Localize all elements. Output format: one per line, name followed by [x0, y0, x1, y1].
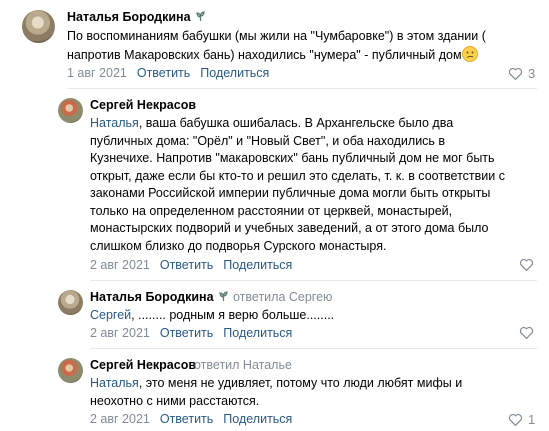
replied-to-link[interactable]: ответила Сергею: [233, 290, 332, 304]
comment-text: По воспоминаниям бабушки (мы жили на "Чу…: [67, 28, 537, 67]
comment-author[interactable]: Наталья Бородкина: [67, 10, 206, 25]
like-count: 1: [528, 412, 536, 427]
avatar[interactable]: [58, 358, 83, 383]
comment-text: Наталья, это меня не удивляет, потому чт…: [90, 376, 463, 408]
replied-to-link[interactable]: ответил Наталье: [194, 358, 292, 372]
comment-text: Наталья, ваша бабушка ошибалась. В Архан…: [90, 116, 505, 253]
mention-link[interactable]: Наталья: [90, 116, 139, 130]
divider: [90, 348, 537, 349]
share-button[interactable]: Поделиться: [223, 412, 292, 426]
reply-button[interactable]: Ответить: [160, 258, 213, 272]
reply-button[interactable]: Ответить: [160, 412, 213, 426]
confused-face-icon: [461, 45, 478, 68]
heart-icon: [519, 258, 534, 271]
like-count: 3: [528, 66, 536, 81]
reply-button[interactable]: Ответить: [137, 66, 190, 80]
comment-meta: 2 авг 2021 Ответить Поделиться: [90, 412, 292, 426]
mention-link[interactable]: Сергей: [90, 308, 131, 322]
divider: [67, 88, 537, 89]
like-button[interactable]: 1: [508, 412, 535, 427]
comment-meta: 2 авг 2021 Ответить Поделиться: [90, 258, 292, 272]
like-button[interactable]: [519, 258, 539, 271]
plant-badge-icon: [218, 291, 229, 305]
comment-meta: 1 авг 2021 Ответить Поделиться: [67, 66, 269, 80]
comment-date[interactable]: 2 авг 2021: [90, 258, 150, 272]
avatar[interactable]: [58, 98, 83, 123]
reply-button[interactable]: Ответить: [160, 326, 213, 340]
divider: [90, 280, 537, 281]
comment-author[interactable]: Сергей Некрасов: [90, 358, 196, 372]
mention-link[interactable]: Наталья: [90, 376, 139, 390]
plant-badge-icon: [195, 11, 206, 25]
like-button[interactable]: 3: [508, 66, 535, 81]
heart-icon: [508, 67, 523, 80]
share-button[interactable]: Поделиться: [200, 66, 269, 80]
heart-icon: [508, 413, 523, 426]
like-button[interactable]: [519, 326, 539, 339]
comment-author[interactable]: Сергей Некрасов: [90, 98, 196, 112]
comment-text: Сергей, ........ родным я верю больше...…: [90, 308, 335, 322]
share-button[interactable]: Поделиться: [223, 258, 292, 272]
comment-date[interactable]: 2 авг 2021: [90, 412, 150, 426]
comment-date[interactable]: 1 авг 2021: [67, 66, 127, 80]
share-button[interactable]: Поделиться: [223, 326, 292, 340]
comment-date[interactable]: 2 авг 2021: [90, 326, 150, 340]
avatar[interactable]: [22, 10, 55, 43]
comment-author[interactable]: Наталья Бородкина: [90, 290, 229, 305]
heart-icon: [519, 326, 534, 339]
avatar[interactable]: [58, 290, 83, 315]
comment-meta: 2 авг 2021 Ответить Поделиться: [90, 326, 292, 340]
